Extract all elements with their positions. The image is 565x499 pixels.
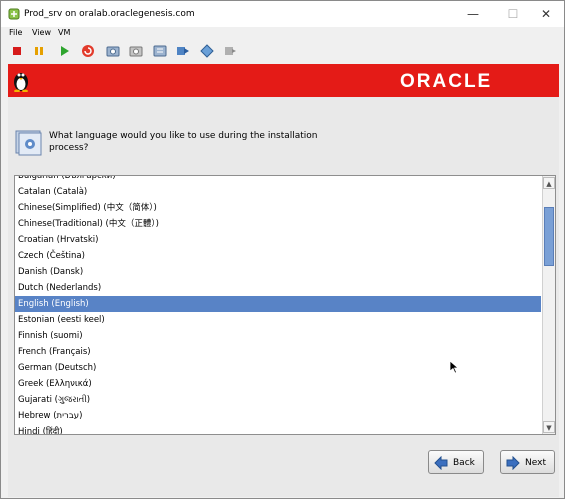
language-label: Greek (Ελληνικά): [18, 379, 92, 389]
language-list-item[interactable]: French (Français): [15, 344, 541, 360]
send-ctrl-alt-del-icon[interactable]: [175, 43, 191, 59]
language-list-item[interactable]: Dutch (Nederlands): [15, 280, 541, 296]
toolbar: [1, 41, 564, 61]
oracle-banner: ORACLE: [8, 64, 559, 97]
language-list-item[interactable]: Estonian (eesti keel): [15, 312, 541, 328]
scroll-up-arrow-icon[interactable]: ▲: [543, 177, 555, 189]
language-label: French (Français): [18, 347, 91, 357]
language-label: Gujarati (ગુજરાતી): [18, 395, 91, 405]
console-settings-icon[interactable]: [199, 43, 215, 59]
language-list-item[interactable]: Catalan (Català): [15, 184, 541, 200]
vm-console-window: Prod_srv on oralab.oraclegenesis.com — ☐…: [0, 0, 565, 499]
language-list[interactable]: Bulgarian (Български) Catalan (Català) Chi…: [14, 175, 556, 435]
language-label: Bulgarian (Български): [18, 176, 116, 181]
title-bar[interactable]: Prod_srv on oralab.oraclegenesis.com — ☐…: [1, 1, 564, 27]
oracle-logo: ORACLE: [400, 71, 493, 92]
revert-snapshot-icon[interactable]: [128, 43, 144, 59]
language-list-item[interactable]: Gujarati (ગુજરાતી): [15, 392, 541, 408]
next-arrow-icon: [506, 455, 520, 480]
language-list-item[interactable]: Hebrew (עברית): [15, 408, 541, 424]
language-globe-icon: [15, 130, 43, 159]
back-button-label: Back: [453, 458, 475, 468]
menu-bar: File View VM: [1, 27, 564, 41]
back-button[interactable]: Back: [428, 450, 484, 474]
language-label: Danish (Dansk): [18, 267, 84, 277]
language-list-item[interactable]: Bulgarian (Български): [15, 176, 541, 184]
installer-screen: ORACLE What language would you like to u…: [8, 64, 559, 497]
language-list-item[interactable]: Chinese(Traditional) (中文（正體）): [15, 216, 541, 232]
language-list-item[interactable]: English (English): [15, 296, 541, 312]
play-icon[interactable]: [56, 43, 72, 59]
pause-icon[interactable]: [31, 43, 47, 59]
snapshot-icon[interactable]: [105, 43, 121, 59]
vertical-scrollbar[interactable]: ▲ ▼: [542, 176, 555, 434]
next-button-label: Next: [525, 458, 546, 468]
language-list-item[interactable]: Croatian (Hrvatski): [15, 232, 541, 248]
minimize-button[interactable]: —: [456, 1, 490, 27]
scrollbar-thumb[interactable]: [544, 207, 554, 266]
language-label: Hebrew (עברית): [18, 411, 83, 421]
manage-snapshots-icon[interactable]: [152, 43, 168, 59]
language-question: What language would you like to use duri…: [49, 131, 318, 153]
next-button[interactable]: Next: [500, 450, 555, 474]
close-button[interactable]: ✕: [529, 1, 563, 27]
language-label: Dutch (Nederlands): [18, 283, 102, 293]
language-label: Chinese(Simplified) (中文（简体）): [18, 203, 157, 213]
language-list-item[interactable]: German (Deutsch): [15, 360, 541, 376]
mouse-pointer-icon: [449, 360, 460, 377]
window-title: Prod_srv on oralab.oraclegenesis.com: [24, 9, 195, 19]
back-arrow-icon: [434, 455, 448, 480]
language-list-item[interactable]: Finnish (suomi): [15, 328, 541, 344]
language-list-item[interactable]: Greek (Ελληνικά): [15, 376, 541, 392]
language-list-item[interactable]: Hindi (हिंदी): [15, 424, 541, 434]
vm-app-icon: [8, 8, 20, 20]
language-list-items: Bulgarian (Български) Catalan (Català) Chi…: [15, 176, 541, 434]
refresh-icon[interactable]: [80, 43, 96, 59]
maximize-button[interactable]: ☐: [496, 1, 530, 27]
menu-file[interactable]: File: [9, 28, 22, 37]
language-label: Czech (Čeština): [18, 251, 85, 261]
language-label: Catalan (Català): [18, 187, 88, 197]
tux-penguin-icon: [11, 68, 31, 95]
language-label: Hindi (हिंदी): [18, 427, 63, 434]
language-list-item[interactable]: Danish (Dansk): [15, 264, 541, 280]
language-label: German (Deutsch): [18, 363, 97, 373]
menu-view[interactable]: View: [32, 28, 51, 37]
language-label: Finnish (suomi): [18, 331, 83, 341]
language-label: Croatian (Hrvatski): [18, 235, 99, 245]
language-list-item[interactable]: Czech (Čeština): [15, 248, 541, 264]
language-label: English (English): [18, 299, 89, 309]
vm-settings-icon[interactable]: [222, 43, 238, 59]
language-list-item[interactable]: Chinese(Simplified) (中文（简体）): [15, 200, 541, 216]
language-label: Estonian (eesti keel): [18, 315, 105, 325]
menu-vm[interactable]: VM: [58, 28, 70, 37]
language-label: Chinese(Traditional) (中文（正體）): [18, 219, 159, 229]
scroll-down-arrow-icon[interactable]: ▼: [543, 421, 555, 433]
stop-icon[interactable]: [9, 43, 25, 59]
